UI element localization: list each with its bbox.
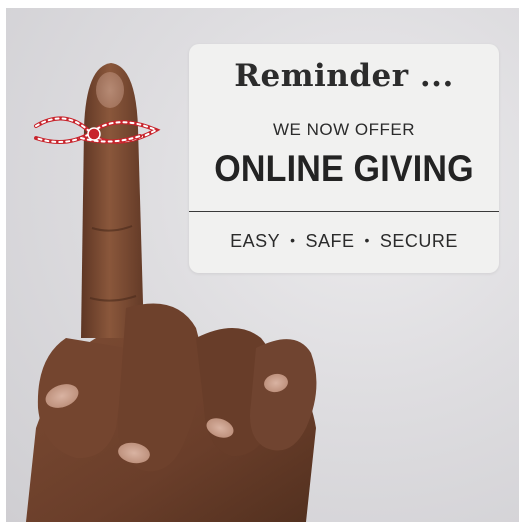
bullet-separator: • xyxy=(364,232,370,248)
card-headline: ONLINE GIVING xyxy=(214,148,474,189)
feature-safe: SAFE xyxy=(305,231,355,251)
card-subtitle: WE NOW OFFER xyxy=(273,120,415,139)
card-divider xyxy=(189,211,499,212)
feature-secure: SECURE xyxy=(379,231,458,251)
reminder-photo: Reminder ... WE NOW OFFER ONLINE GIVING … xyxy=(6,8,519,522)
index-fingernail xyxy=(96,72,124,108)
card-features: EASY • SAFE • SECURE xyxy=(189,231,499,252)
reminder-card: Reminder ... WE NOW OFFER ONLINE GIVING … xyxy=(189,44,499,273)
bullet-separator: • xyxy=(290,232,296,248)
card-title: Reminder ... xyxy=(234,58,454,94)
feature-easy: EASY xyxy=(230,231,281,251)
image-frame: Reminder ... WE NOW OFFER ONLINE GIVING … xyxy=(0,0,523,529)
